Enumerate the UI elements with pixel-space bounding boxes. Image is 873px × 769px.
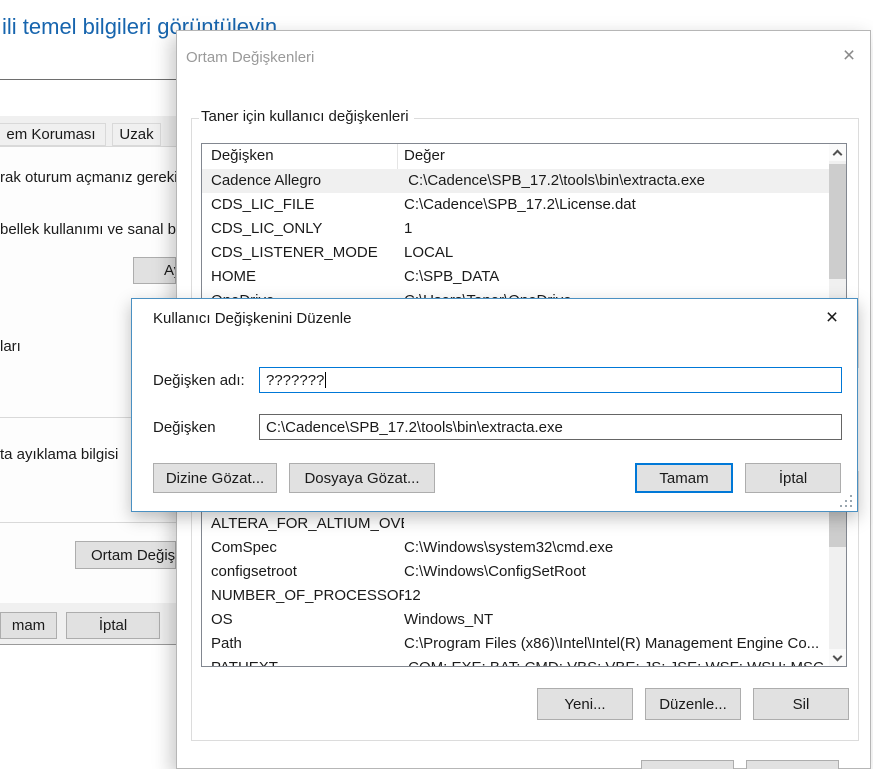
dialog-title: Ortam Değişkenleri	[186, 49, 314, 66]
tab-label: Uzak	[119, 126, 153, 143]
settings-button[interactable]: Ay	[133, 257, 176, 284]
new-button[interactable]: Yeni...	[537, 688, 633, 720]
dialog-ok-button-partial[interactable]	[641, 760, 734, 769]
cancel-button[interactable]: İptal	[745, 463, 841, 493]
variable-value-label: Değişken	[153, 419, 216, 436]
table-row[interactable]: Cadence Allegro C:\Cadence\SPB_17.2\tool…	[202, 169, 829, 193]
user-variables-group-label: Taner için kullanıcı değişkenleri	[199, 108, 414, 125]
variable-name-label: Değişken adı:	[153, 372, 245, 389]
browse-file-button[interactable]: Dosyaya Gözat...	[289, 463, 435, 493]
variable-name-value: ???????	[266, 372, 324, 389]
separator	[0, 522, 176, 523]
column-header-name[interactable]: Değişken	[202, 144, 398, 169]
tab-label: em Koruması	[6, 126, 95, 143]
ok-button[interactable]: mam	[0, 612, 57, 639]
tab-system-protection[interactable]: em Koruması	[0, 123, 106, 146]
edit-user-variable-dialog: Kullanıcı Değişkenini Düzenle × Değişken…	[131, 298, 858, 512]
browse-directory-button[interactable]: Dizine Gözat...	[153, 463, 277, 493]
close-icon[interactable]: ×	[834, 43, 864, 69]
memory-note-text: bellek kullanımı ve sanal belle	[0, 221, 199, 238]
table-row[interactable]: HOME C:\SPB_DATA	[202, 265, 829, 289]
ok-button[interactable]: Tamam	[635, 463, 733, 493]
table-row[interactable]: CDS_LIC_FILE C:\Cadence\SPB_17.2\License…	[202, 193, 829, 217]
cancel-button[interactable]: İptal	[66, 612, 160, 639]
edit-button[interactable]: Düzenle...	[645, 688, 741, 720]
environment-variables-button[interactable]: Ortam Değiş	[75, 541, 176, 569]
scroll-up-icon[interactable]	[829, 144, 846, 161]
delete-button[interactable]: Sil	[753, 688, 849, 720]
close-icon[interactable]: ×	[817, 305, 847, 331]
screen: ili temel bilgileri görüntüleyin em Koru…	[0, 0, 873, 769]
variable-value-text: C:\Cadence\SPB_17.2\tools\bin\extracta.e…	[266, 419, 563, 436]
variable-value-input[interactable]: C:\Cadence\SPB_17.2\tools\bin\extracta.e…	[259, 414, 842, 440]
column-header-value[interactable]: Değer	[398, 144, 829, 169]
system-properties-titlebar	[0, 80, 176, 116]
tab-remote[interactable]: Uzak	[112, 123, 161, 146]
table-header: Değişken Değer	[202, 144, 829, 169]
logon-note-text: rak oturum açmanız gerekir.	[0, 169, 186, 186]
debug-note-text: ta ayıklama bilgisi	[0, 446, 118, 463]
text-caret	[325, 372, 326, 388]
table-row[interactable]: CDS_LIC_ONLY 1	[202, 217, 829, 241]
scrollbar-thumb[interactable]	[829, 164, 846, 279]
variable-name-input[interactable]: ???????	[259, 367, 842, 393]
resize-grip-icon[interactable]	[839, 494, 853, 508]
dialog-cancel-button-partial[interactable]	[746, 760, 839, 769]
table-row[interactable]: CDS_LISTENER_MODE LOCAL	[202, 241, 829, 265]
dialog-title: Kullanıcı Değişkenini Düzenle	[153, 310, 351, 327]
partial-text: ları	[0, 338, 21, 355]
